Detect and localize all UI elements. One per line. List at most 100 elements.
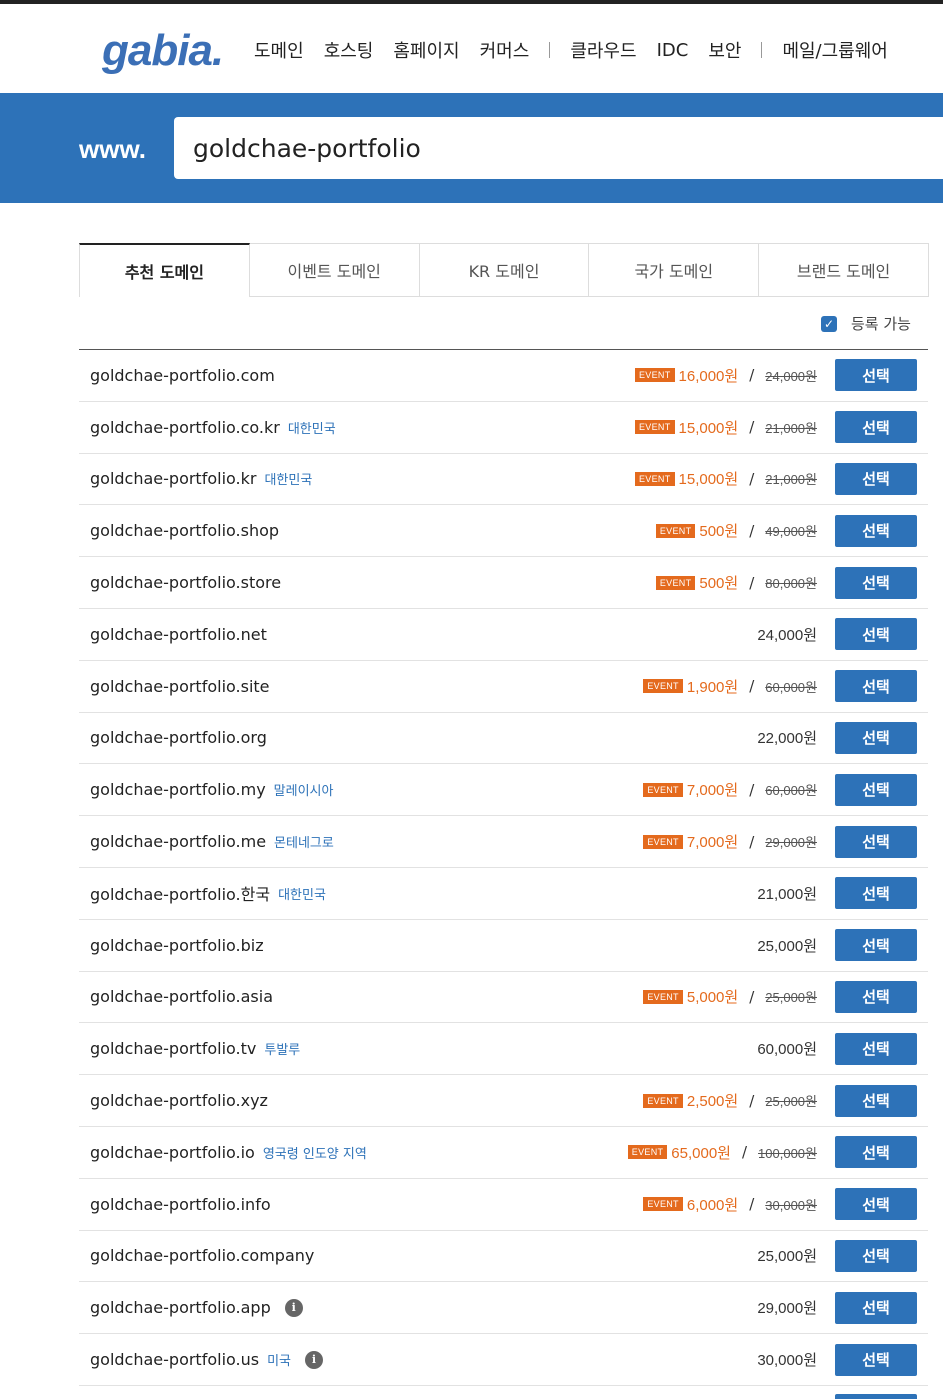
domain-name: goldchae-portfolio.site: [90, 676, 270, 696]
regular-price: 21,000원: [757, 885, 817, 903]
domain-price: EVENT 2,500원 / 25,000원: [643, 1090, 817, 1111]
domain-country: 몬테네그로: [274, 836, 334, 852]
nav-idc[interactable]: IDC: [657, 40, 689, 61]
nav-security[interactable]: 보안: [708, 37, 741, 63]
domain-search-input[interactable]: [174, 117, 943, 179]
domain-name-group: goldchae-portfolio.co.kr 대한민국: [90, 418, 336, 437]
domain-name-group: goldchae-portfolio.info: [90, 1195, 271, 1214]
tab-brand[interactable]: 브랜드 도메인: [759, 243, 929, 297]
domain-name-group: goldchae-portfolio.asia: [90, 987, 273, 1006]
domain-row: goldchae-portfolio.xyz EVENT 2,500원 / 25,000…: [79, 1075, 928, 1127]
domain-name-group: goldchae-portfolio.xyz: [90, 1091, 268, 1110]
header: gabia. 도메인 호스팅 홈페이지 커머스 클라우드 IDC 보안 메일/그…: [0, 4, 943, 93]
domain-name: goldchae-portfolio.asia: [90, 987, 273, 1007]
info-icon[interactable]: i: [305, 1350, 324, 1369]
domain-name: goldchae-portfolio.us: [90, 1350, 260, 1370]
select-button[interactable]: 선택: [835, 721, 917, 754]
tab-event[interactable]: 이벤트 도메인: [249, 243, 420, 297]
select-button[interactable]: 선택: [835, 877, 917, 910]
domain-row: goldchae-portfolio.kr 대한민국 EVENT 15,000원 / 21…: [79, 454, 928, 506]
domain-name-group: goldchae-portfolio.kr 대한민국: [90, 469, 312, 488]
event-price: 1,900원: [686, 678, 739, 696]
select-button[interactable]: 선택: [835, 618, 917, 651]
event-price: 16,000원: [678, 367, 739, 385]
select-button[interactable]: 선택: [835, 411, 917, 444]
price-separator: /: [749, 780, 755, 799]
domain-price: EVENT 7,000원 / 60,000원: [643, 779, 817, 800]
info-icon[interactable]: i: [284, 1298, 303, 1317]
original-price: 80,000원: [765, 576, 817, 592]
original-price: 60,000원: [765, 783, 817, 799]
nav-cloud[interactable]: 클라우드: [570, 37, 636, 63]
domain-row: goldchae-portfolio.asia EVENT 5,000원 / 25,00…: [79, 972, 928, 1024]
price-separator: /: [741, 1143, 748, 1162]
select-button[interactable]: 선택: [835, 1291, 917, 1324]
original-price: 24,000원: [765, 368, 817, 384]
domain-country: 대한민국: [287, 421, 336, 437]
event-price: 7,000원: [686, 782, 739, 800]
event-badge: EVENT: [643, 679, 683, 694]
available-checkbox[interactable]: ✓: [821, 315, 837, 332]
select-button[interactable]: 선택: [835, 462, 917, 495]
nav-domain[interactable]: 도메인: [254, 37, 304, 63]
price-separator: /: [749, 366, 755, 385]
main-nav: 도메인 호스팅 홈페이지 커머스 클라우드 IDC 보안 메일/그룹웨어: [254, 37, 908, 63]
domain-name-group: goldchae-portfolio.net: [90, 625, 267, 644]
domain-price: EVENT 500원 / 80,000원: [655, 572, 817, 593]
event-badge: EVENT: [635, 420, 675, 435]
original-price: 25,000원: [765, 1094, 817, 1110]
domain-name: goldchae-portfolio.info: [90, 1194, 271, 1214]
tab-recommended[interactable]: 추천 도메인: [79, 243, 250, 297]
domain-price: EVENT 15,000원 / 21,000원: [635, 468, 817, 489]
select-button[interactable]: 선택: [835, 1084, 917, 1117]
available-label: 등록 가능: [851, 315, 911, 333]
select-button-partial[interactable]: [835, 1394, 917, 1399]
select-button[interactable]: 선택: [835, 773, 917, 806]
select-button[interactable]: 선택: [835, 980, 917, 1013]
select-button[interactable]: 선택: [835, 1188, 917, 1221]
price-separator: /: [749, 832, 755, 851]
regular-price: 29,000원: [757, 1300, 817, 1318]
select-button[interactable]: 선택: [835, 1136, 917, 1169]
domain-name-group: goldchae-portfolio.site: [90, 677, 270, 696]
domain-name-group: goldchae-portfolio.io 영국령 인도양 지역: [90, 1143, 367, 1162]
select-button[interactable]: 선택: [835, 825, 917, 858]
select-button[interactable]: 선택: [835, 670, 917, 703]
domain-name: goldchae-portfolio.co.kr: [90, 417, 280, 437]
nav-homepage[interactable]: 홈페이지: [393, 37, 459, 63]
gabia-logo[interactable]: gabia.: [102, 26, 224, 76]
domain-name-group: goldchae-portfolio.us 미국 i: [90, 1350, 324, 1370]
domain-price: EVENT 6,000원 / 30,000원: [643, 1194, 817, 1215]
tab-kr[interactable]: KR 도메인: [419, 243, 590, 297]
domain-name-group: goldchae-portfolio.me 몬테네그로: [90, 832, 334, 851]
tab-country[interactable]: 국가 도메인: [589, 243, 760, 297]
domain-row: goldchae-portfolio.shop EVENT 500원 / 49,000원…: [79, 505, 928, 558]
domain-price: 21,000원: [757, 883, 817, 904]
domain-country: 영국령 인도양 지역: [262, 1146, 367, 1162]
select-button[interactable]: 선택: [835, 359, 917, 392]
domain-price: EVENT 500원 / 49,000원: [655, 520, 817, 541]
original-price: 49,000원: [765, 524, 817, 540]
select-button[interactable]: 선택: [835, 1343, 917, 1376]
domain-price: 60,000원: [757, 1038, 817, 1059]
domain-search-box[interactable]: [174, 117, 943, 179]
domain-name: goldchae-portfolio.app: [90, 1298, 271, 1318]
nav-hosting[interactable]: 호스팅: [324, 37, 374, 63]
event-badge: EVENT: [655, 523, 696, 538]
select-button[interactable]: 선택: [835, 929, 917, 962]
domain-name-group: goldchae-portfolio.tv 투발루: [90, 1039, 300, 1058]
event-badge: EVENT: [643, 989, 683, 1004]
domain-price: EVENT 1,900원 / 60,000원: [643, 676, 817, 697]
select-button[interactable]: 선택: [835, 514, 917, 547]
select-button[interactable]: 선택: [835, 566, 917, 599]
available-filter[interactable]: ✓ 등록 가능: [821, 313, 911, 334]
select-button[interactable]: 선택: [835, 1239, 917, 1272]
event-badge: EVENT: [635, 368, 675, 383]
event-price: 15,000원: [678, 419, 739, 437]
domain-country: 투발루: [264, 1043, 301, 1059]
event-price: 6,000원: [686, 1196, 739, 1214]
nav-commerce[interactable]: 커머스: [480, 37, 530, 63]
event-badge: EVENT: [643, 834, 683, 849]
select-button[interactable]: 선택: [835, 1032, 917, 1065]
nav-mail-groupware[interactable]: 메일/그룹웨어: [782, 37, 887, 63]
